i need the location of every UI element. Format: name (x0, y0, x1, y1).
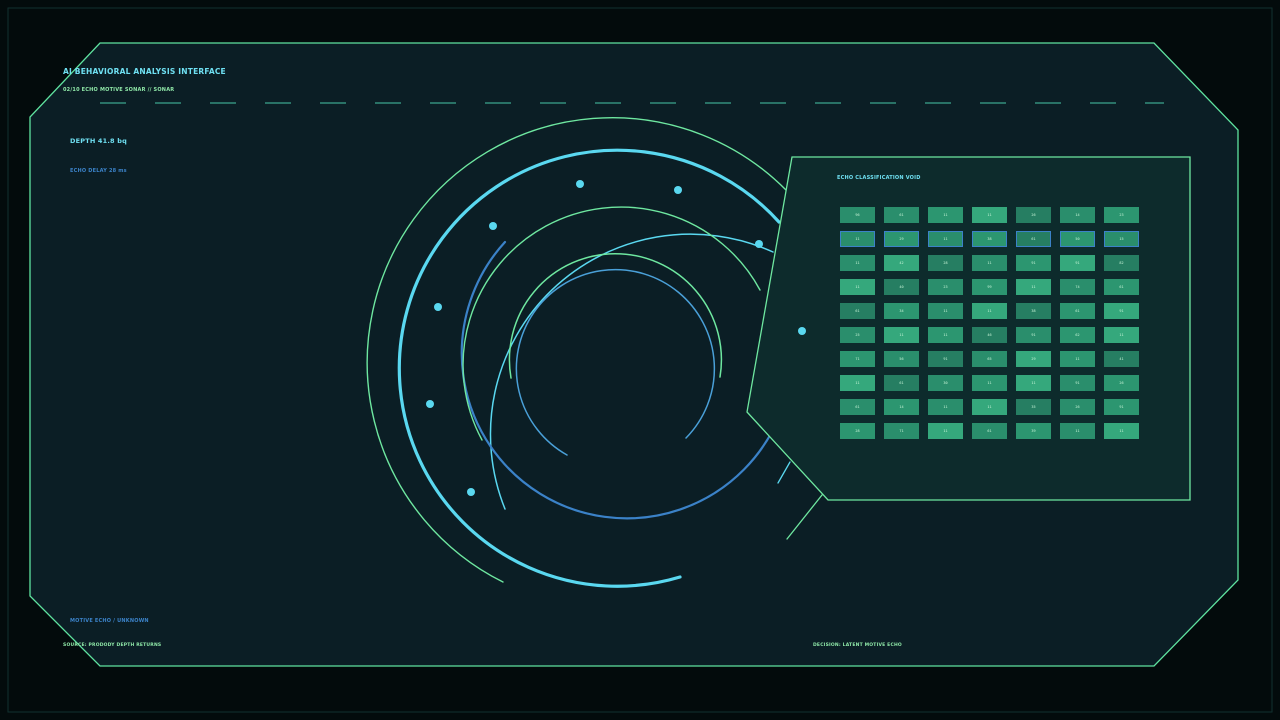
grid-cell[interactable]: 11 (1104, 423, 1139, 439)
grid-cell[interactable]: 40 (884, 279, 919, 295)
panel-title: ECHO CLASSIFICATION VOID (837, 175, 921, 181)
grid-cell[interactable]: 11 (1016, 279, 1051, 295)
grid-cell[interactable]: 91 (1104, 399, 1139, 415)
grid-cell[interactable]: 11 (972, 255, 1007, 271)
grid-cell[interactable]: 11 (840, 279, 875, 295)
grid-cell[interactable]: 42 (884, 255, 919, 271)
grid-cell[interactable]: 34 (884, 303, 919, 319)
panel-anchor-dot (798, 327, 806, 335)
grid-cell[interactable]: 11 (840, 375, 875, 391)
grid-cell[interactable]: 99 (972, 279, 1007, 295)
grid-cell[interactable]: 25 (840, 327, 875, 343)
grid-cell[interactable]: 39 (1016, 423, 1051, 439)
grid-cell[interactable]: 28 (840, 423, 875, 439)
grid-cell[interactable]: 56 (884, 351, 919, 367)
grid-cell[interactable]: 61 (840, 399, 875, 415)
grid-cell[interactable]: 96 (840, 207, 875, 223)
grid-cell[interactable]: 11 (884, 327, 919, 343)
echo-delay-readout: ECHO DELAY 28 ms (70, 168, 127, 174)
grid-cell[interactable]: 71 (884, 423, 919, 439)
grid-cell[interactable]: 74 (1060, 279, 1095, 295)
depth-readout: DEPTH 41.8 bq (70, 137, 127, 145)
grid-cell[interactable]: 11 (1060, 423, 1095, 439)
blip-dot (434, 303, 442, 311)
grid-cell[interactable]: 35 (1016, 399, 1051, 415)
grid-cell[interactable]: 91 (1016, 255, 1051, 271)
grid-cell[interactable]: 30 (928, 375, 963, 391)
motive-readout: MOTIVE ECHO / UNKNOWN (70, 618, 149, 624)
page-title: AI BEHAVIORAL ANALYSIS INTERFACE (63, 67, 226, 76)
grid-cell[interactable]: 14 (884, 399, 919, 415)
source-footer: SOURCE: PRODODY DEPTH RETURNS (63, 643, 162, 648)
grid-cell[interactable]: 61 (1060, 303, 1095, 319)
grid-cell[interactable]: 11 (928, 231, 963, 247)
grid-cell[interactable]: 11 (928, 423, 963, 439)
grid-cell[interactable]: 11 (972, 303, 1007, 319)
blip-dot (467, 488, 475, 496)
blip-dot (576, 180, 584, 188)
grid-cell[interactable]: 14 (1060, 207, 1095, 223)
grid-cell[interactable]: 91 (1016, 327, 1051, 343)
grid-cell[interactable]: 15 (1104, 231, 1139, 247)
grid-cell[interactable]: 91 (928, 351, 963, 367)
grid-cell[interactable]: 11 (840, 231, 875, 247)
grid-cell[interactable]: 29 (884, 231, 919, 247)
classification-grid: 96 61 11 11 26 14 23 11 29 11 38 61 50 15 11 42 28 11 91 91… (840, 207, 1140, 440)
grid-cell[interactable]: 11 (928, 399, 963, 415)
grid-cell[interactable]: 65 (972, 351, 1007, 367)
grid-cell[interactable]: 11 (840, 255, 875, 271)
grid-cell[interactable]: 11 (1060, 351, 1095, 367)
grid-cell[interactable]: 11 (1016, 375, 1051, 391)
blip-dot (489, 222, 497, 230)
grid-cell[interactable]: 11 (928, 207, 963, 223)
grid-cell[interactable]: 28 (928, 255, 963, 271)
page-subtitle: 02/10 ECHO MOTIVE SONAR // SONAR (63, 87, 175, 93)
grid-cell[interactable]: 91 (1060, 255, 1095, 271)
grid-cell[interactable]: 23 (1104, 207, 1139, 223)
grid-cell[interactable]: 82 (1104, 255, 1139, 271)
grid-cell[interactable]: 61 (884, 375, 919, 391)
grid-cell[interactable]: 26 (1104, 375, 1139, 391)
grid-cell[interactable]: 23 (928, 279, 963, 295)
grid-cell[interactable]: 91 (1104, 303, 1139, 319)
grid-cell[interactable]: 71 (840, 351, 875, 367)
grid-cell[interactable]: 61 (972, 423, 1007, 439)
grid-cell[interactable]: 29 (1016, 351, 1051, 367)
grid-cell[interactable]: 61 (840, 303, 875, 319)
blip-dot (426, 400, 434, 408)
grid-cell[interactable]: 41 (1104, 351, 1139, 367)
blip-dot (755, 240, 763, 248)
grid-cell[interactable]: 26 (1060, 399, 1095, 415)
grid-cell[interactable]: 38 (1016, 303, 1051, 319)
grid-cell[interactable]: 61 (1104, 279, 1139, 295)
grid-cell[interactable]: 38 (972, 231, 1007, 247)
grid-cell[interactable]: 61 (1016, 231, 1051, 247)
grid-cell[interactable]: 46 (972, 327, 1007, 343)
grid-cell[interactable]: 11 (1104, 327, 1139, 343)
grid-cell[interactable]: 11 (928, 327, 963, 343)
grid-cell[interactable]: 50 (1060, 231, 1095, 247)
grid-cell[interactable]: 11 (972, 399, 1007, 415)
grid-cell[interactable]: 61 (884, 207, 919, 223)
grid-cell[interactable]: 91 (1060, 375, 1095, 391)
grid-cell[interactable]: 11 (972, 375, 1007, 391)
grid-cell[interactable]: 11 (972, 207, 1007, 223)
grid-cell[interactable]: 26 (1016, 207, 1051, 223)
grid-cell[interactable]: 11 (928, 303, 963, 319)
grid-cell[interactable]: 62 (1060, 327, 1095, 343)
decision-footer: DECISION: LATENT MOTIVE ECHO (813, 643, 902, 648)
blip-dot (674, 186, 682, 194)
